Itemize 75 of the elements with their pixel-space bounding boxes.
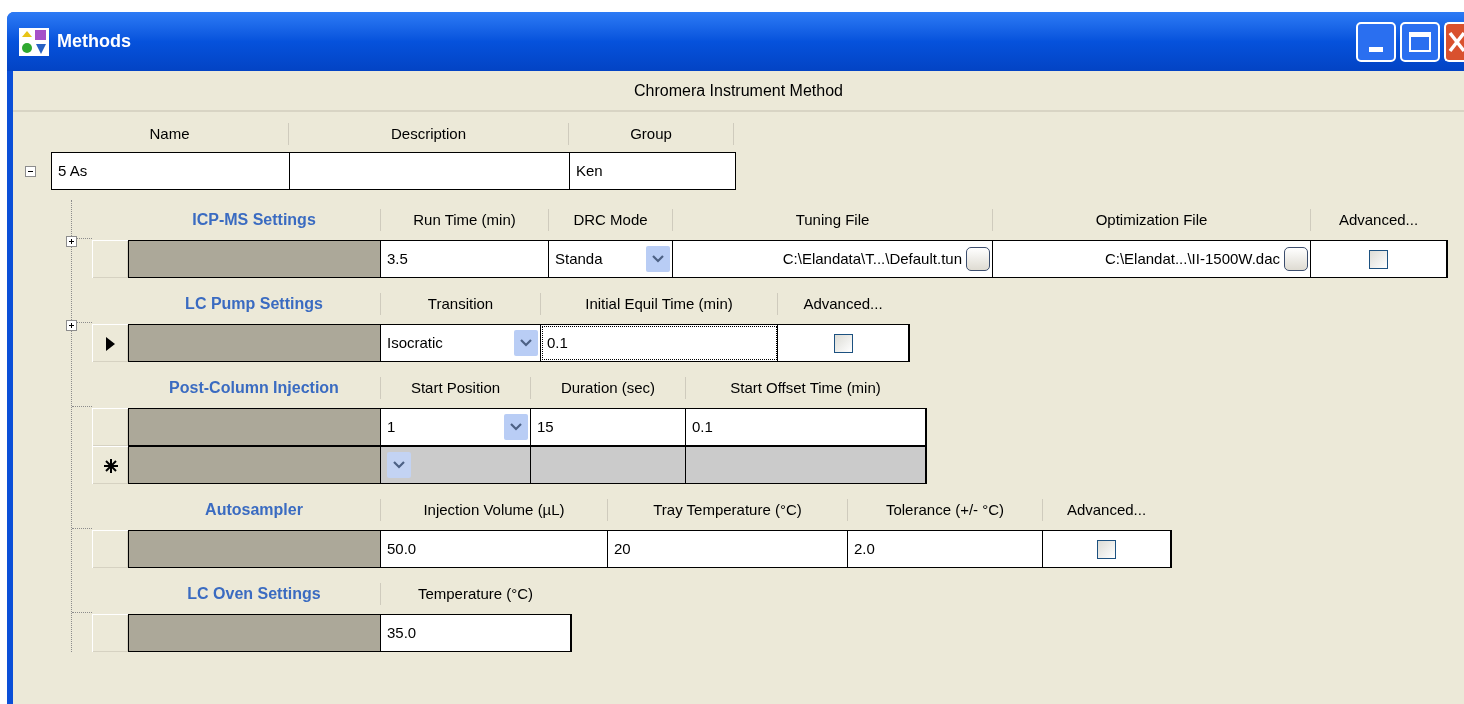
column-header: Group bbox=[569, 122, 734, 146]
column-header: Advanced... bbox=[1042, 498, 1170, 522]
app-icon bbox=[19, 27, 49, 56]
column-header: Name bbox=[51, 122, 289, 146]
close-button[interactable] bbox=[1444, 21, 1464, 62]
column-header: Duration (sec) bbox=[530, 376, 685, 400]
method-cell[interactable]: Ken bbox=[570, 153, 735, 189]
text-cell[interactable]: 50.0 bbox=[381, 531, 608, 567]
expand-icon[interactable] bbox=[66, 320, 77, 331]
text-cell[interactable] bbox=[531, 447, 686, 483]
cell-value: Ken bbox=[576, 160, 603, 181]
text-cell[interactable]: 0.1 bbox=[541, 325, 778, 361]
expand-icon[interactable] bbox=[66, 236, 77, 247]
column-header: Advanced... bbox=[1310, 208, 1446, 232]
cell-value: C:\Elandat...\II-1500W.dac bbox=[1104, 248, 1280, 269]
dropdown-cell[interactable] bbox=[381, 447, 531, 483]
cell-value: 1 bbox=[387, 416, 396, 437]
column-header: Temperature (°C) bbox=[380, 582, 570, 606]
maximize-button[interactable] bbox=[1400, 21, 1440, 62]
cell-value: 50.0 bbox=[387, 538, 417, 559]
text-cell[interactable]: 20 bbox=[608, 531, 848, 567]
cell-value: C:\Elandata\T...\Default.tun bbox=[782, 248, 962, 269]
new-row-icon bbox=[102, 457, 119, 474]
column-header: Initial Equil Time (min) bbox=[540, 292, 777, 316]
dropdown-cell[interactable]: Isocratic bbox=[381, 325, 541, 361]
method-cell[interactable]: 5 As bbox=[52, 153, 290, 189]
column-header: DRC Mode bbox=[548, 208, 672, 232]
cell-value: 2.0 bbox=[854, 538, 875, 559]
current-row-icon bbox=[106, 336, 115, 351]
section-title: LC Oven Settings bbox=[186, 584, 322, 604]
text-cell[interactable] bbox=[686, 447, 926, 483]
section-title: ICP-MS Settings bbox=[191, 210, 317, 230]
cell-value: 3.5 bbox=[387, 248, 408, 269]
column-header: Injection Volume (µL) bbox=[380, 498, 607, 522]
section-title: Autosampler bbox=[204, 500, 304, 520]
checkbox[interactable] bbox=[1369, 249, 1388, 269]
text-cell[interactable]: 2.0 bbox=[848, 531, 1043, 567]
text-cell[interactable]: 3.5 bbox=[381, 241, 549, 277]
cell-value: Isocratic bbox=[387, 332, 443, 353]
banner: Chromera Instrument Method bbox=[13, 71, 1464, 112]
cell-value: 20 bbox=[614, 538, 631, 559]
text-cell[interactable]: 0.1 bbox=[686, 409, 926, 445]
checkbox[interactable] bbox=[833, 333, 853, 353]
column-header: Advanced... bbox=[777, 292, 908, 316]
text-cell[interactable]: 15 bbox=[531, 409, 686, 445]
browse-button[interactable] bbox=[966, 247, 990, 271]
column-header: Run Time (min) bbox=[380, 208, 548, 232]
column-header: Optimization File bbox=[992, 208, 1310, 232]
checkbox[interactable] bbox=[1097, 539, 1116, 559]
cell-value: 15 bbox=[537, 416, 554, 437]
file-cell[interactable]: C:\Elandata\T...\Default.tun bbox=[673, 241, 993, 277]
dropdown-cell[interactable]: Standa bbox=[549, 241, 673, 277]
column-header: Description bbox=[289, 122, 569, 146]
section-title: Post-Column Injection bbox=[168, 378, 340, 398]
column-header: Start Position bbox=[380, 376, 530, 400]
column-header: Transition bbox=[380, 292, 540, 316]
column-header: Tray Temperature (°C) bbox=[607, 498, 847, 522]
minimize-button[interactable] bbox=[1356, 21, 1396, 62]
column-header: Tuning File bbox=[672, 208, 992, 232]
window-title: Methods bbox=[57, 30, 131, 53]
dropdown-cell[interactable]: 1 bbox=[381, 409, 531, 445]
section-title: LC Pump Settings bbox=[184, 294, 324, 314]
cell-value: 0.1 bbox=[547, 332, 568, 353]
cell-value: 5 As bbox=[58, 160, 88, 181]
cell-value: Standa bbox=[555, 248, 603, 269]
cell-value: 0.1 bbox=[692, 416, 713, 437]
collapse-icon[interactable] bbox=[25, 165, 36, 177]
column-header: Start Offset Time (min) bbox=[685, 376, 925, 400]
row-header[interactable] bbox=[92, 446, 128, 484]
text-cell[interactable]: 35.0 bbox=[381, 615, 571, 651]
browse-button[interactable] bbox=[1284, 247, 1308, 271]
file-cell[interactable]: C:\Elandat...\II-1500W.dac bbox=[993, 241, 1311, 277]
column-header: Tolerance (+/- °C) bbox=[847, 498, 1042, 522]
cell-value: 35.0 bbox=[387, 622, 417, 643]
row-header[interactable] bbox=[92, 324, 128, 362]
